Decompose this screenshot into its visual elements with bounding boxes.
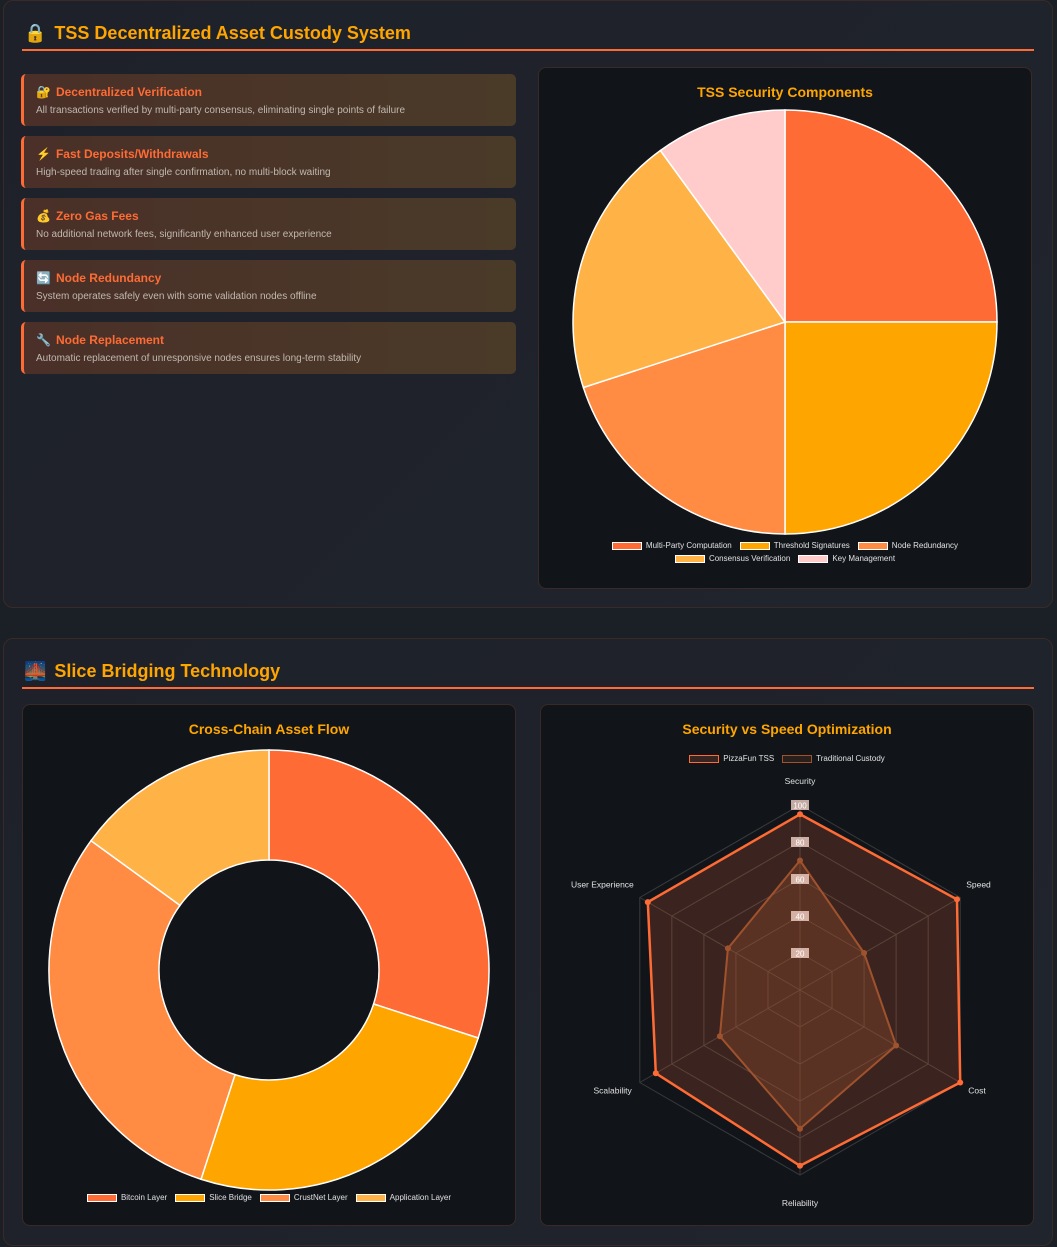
legend-label: Key Management: [832, 554, 896, 563]
data-point[interactable]: [861, 950, 868, 956]
divider: [22, 49, 1034, 51]
data-point[interactable]: [644, 899, 651, 906]
radar-chart: 20 40 60 80 100 Security Speed Cost Reliability S…: [571, 776, 991, 1208]
chart-card-radar: Security vs Speed Optimization PizzaFun …: [540, 704, 1034, 1226]
feature-desc: System operates safely even with some va…: [36, 291, 317, 302]
feature-title-text: Node Redundancy: [55, 271, 162, 285]
feature-desc: Automatic replacement of unresponsive no…: [36, 353, 362, 364]
slice-threshold-signatures[interactable]: [784, 321, 998, 535]
pie-chart: [572, 109, 998, 535]
data-point[interactable]: [893, 1042, 900, 1049]
tss-section: 🔒 TSS Decentralized Asset Custody System…: [3, 0, 1053, 608]
bridging-section: 🌉 Slice Bridging Technology Cross-Chain …: [3, 638, 1053, 1246]
lock-icon: 🔒: [24, 23, 47, 43]
feature-card: 🔐 Decentralized Verification All transacti…: [21, 74, 516, 126]
slice-slice-bridge[interactable]: [200, 1003, 480, 1191]
data-point[interactable]: [954, 896, 961, 903]
wrench-icon: 🔧: [36, 333, 51, 347]
chart-card-asset-flow: Cross-Chain Asset Flow Bitcoin Layer Slic…: [22, 704, 516, 1226]
legend-label: Slice Bridge: [209, 1193, 252, 1202]
section-title-text: Slice Bridging Technology: [54, 661, 281, 681]
slice-multi-party-computation[interactable]: [784, 109, 998, 323]
axis-label: Scalability: [594, 1086, 633, 1096]
feature-title: 🔧 Node Replacement: [36, 333, 164, 347]
tick-label: 80: [796, 839, 805, 848]
legend-item[interactable]: Bitcoin Layer: [86, 1193, 168, 1202]
data-point[interactable]: [652, 1070, 659, 1077]
slice-crustnet-layer[interactable]: [48, 839, 236, 1181]
axis-label: Cost: [968, 1086, 986, 1096]
bridge-icon: 🌉: [24, 661, 47, 681]
section-title: 🔒 TSS Decentralized Asset Custody System: [24, 23, 411, 44]
legend-item[interactable]: Node Redundancy: [857, 541, 959, 550]
tick-label: 40: [796, 913, 805, 922]
feature-title: 🔄 Node Redundancy: [36, 271, 161, 285]
section-title: 🌉 Slice Bridging Technology: [24, 661, 280, 682]
legend-swatch: [355, 1193, 386, 1202]
feature-title-text: Fast Deposits/Withdrawals: [55, 147, 209, 161]
legend-swatch: [259, 1193, 290, 1202]
feature-title-text: Zero Gas Fees: [55, 209, 139, 223]
legend-label: Consensus Verification: [708, 554, 791, 563]
axis-label: Security: [785, 776, 816, 786]
feature-title-text: Decentralized Verification: [55, 85, 203, 99]
feature-card: 🔄 Node Redundancy System operates safely e…: [21, 260, 516, 312]
feature-title: 💰 Zero Gas Fees: [36, 209, 139, 223]
legend-label: Threshold Signatures: [773, 541, 850, 550]
legend-label: Multi-Party Computation: [645, 541, 732, 550]
slice-bitcoin-layer[interactable]: [268, 749, 490, 1039]
data-point[interactable]: [724, 945, 731, 952]
legend-item[interactable]: CrustNet Layer: [259, 1193, 348, 1202]
refresh-icon: 🔄: [36, 271, 51, 285]
legend-item[interactable]: Key Management: [798, 554, 895, 563]
axis-label: Speed: [966, 880, 991, 890]
money-bag-icon: 💰: [36, 209, 51, 223]
section-title-text: TSS Decentralized Asset Custody System: [54, 23, 411, 43]
legend-label: Bitcoin Layer: [120, 1193, 168, 1202]
feature-desc: High-speed trading after single confirma…: [36, 167, 331, 178]
legend-item[interactable]: Slice Bridge: [175, 1193, 252, 1202]
feature-card: ⚡ Fast Deposits/Withdrawals High-speed tra…: [21, 136, 516, 188]
feature-title: ⚡ Fast Deposits/Withdrawals: [36, 147, 209, 161]
legend-item[interactable]: Application Layer: [355, 1193, 452, 1202]
tick-label: 20: [796, 950, 805, 959]
legend-item[interactable]: Consensus Verification: [674, 554, 791, 563]
tick-label: 60: [796, 876, 805, 885]
chart-card-security-components: TSS Security Components Multi-Party Comp…: [538, 67, 1032, 589]
tick-label: 100: [793, 802, 807, 811]
data-point[interactable]: [797, 1125, 803, 1132]
legend-swatch: [611, 541, 642, 550]
data-point[interactable]: [716, 1033, 723, 1040]
data-point[interactable]: [957, 1079, 964, 1086]
legend-swatch: [86, 1193, 117, 1202]
feature-card: 💰 Zero Gas Fees No additional network fees…: [21, 198, 516, 250]
feature-card: 🔧 Node Replacement Automatic replacement o…: [21, 322, 516, 374]
axis-label: User Experience: [571, 880, 634, 890]
legend-label: CrustNet Layer: [293, 1193, 348, 1202]
chart-legend: Multi-Party Computation Threshold Signatu…: [539, 541, 1031, 563]
lock-with-key-icon: 🔐: [36, 85, 51, 99]
legend-label: Node Redundancy: [891, 541, 959, 550]
lightning-icon: ⚡: [36, 147, 51, 161]
legend-item[interactable]: Threshold Signatures: [739, 541, 850, 550]
data-point[interactable]: [797, 857, 803, 864]
legend-swatch: [674, 554, 705, 563]
divider: [22, 687, 1034, 689]
legend-swatch: [175, 1193, 206, 1202]
feature-title: 🔐 Decentralized Verification: [36, 85, 202, 99]
chart-legend: Bitcoin Layer Slice Bridge CrustNet Layer A…: [23, 1193, 515, 1202]
legend-label: Application Layer: [389, 1193, 452, 1202]
legend-item[interactable]: Multi-Party Computation: [611, 541, 732, 550]
feature-title-text: Node Replacement: [55, 333, 164, 347]
data-point[interactable]: [797, 811, 803, 818]
feature-desc: No additional network fees, significantl…: [36, 229, 332, 240]
legend-swatch: [739, 541, 770, 550]
feature-desc: All transactions verified by multi-party…: [36, 105, 406, 116]
legend-swatch: [857, 541, 888, 550]
legend-swatch: [798, 554, 829, 563]
doughnut-chart: [48, 749, 490, 1191]
data-point[interactable]: [797, 1162, 803, 1169]
axis-label: Reliability: [782, 1198, 819, 1208]
